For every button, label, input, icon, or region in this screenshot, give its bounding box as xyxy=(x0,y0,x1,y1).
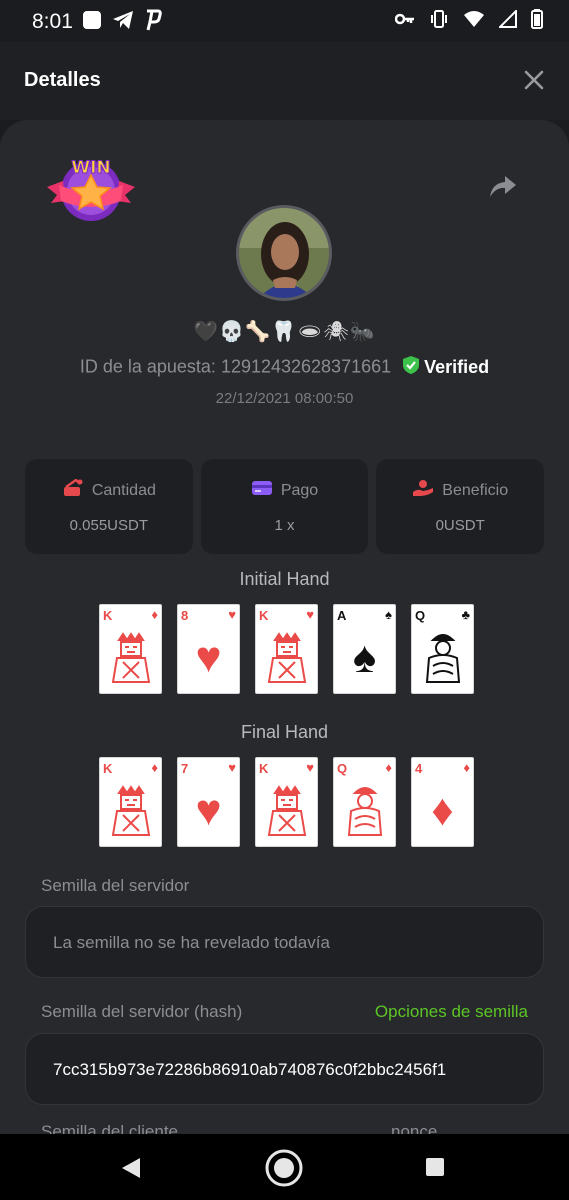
stat-card-profit: Beneficio 0USDT xyxy=(376,459,545,554)
final-hand-title: Final Hand xyxy=(240,722,329,742)
notification-square-icon xyxy=(82,10,102,35)
nonce-label: nonce xyxy=(391,1122,438,1134)
avatar xyxy=(236,205,332,301)
server-seed-label: Semilla del servidor xyxy=(41,876,190,895)
server-seed-hash-value: 7cc315b973e72286b86910ab740876c0f2bbc245… xyxy=(53,1060,447,1079)
stat-value: 0.055USDT xyxy=(69,517,149,534)
card-face: ♥ xyxy=(195,786,222,835)
card-suit-icon: ♠ xyxy=(385,607,392,622)
card-face xyxy=(256,778,317,844)
stat-card-payout: Pago 1 x xyxy=(200,459,369,554)
status-bar: 8:01 xyxy=(0,0,569,42)
vibrate-icon xyxy=(429,9,449,34)
card-suit-icon: ♣ xyxy=(461,607,470,622)
card-suit-icon: ♦ xyxy=(151,760,158,775)
card-rank: 8 xyxy=(181,608,189,623)
card-face xyxy=(412,625,473,691)
card-rank: Q xyxy=(415,608,426,623)
card-face xyxy=(100,778,161,844)
card-rank: A xyxy=(337,608,347,623)
verified-badge: Verified xyxy=(402,355,489,380)
username: 🖤💀🦴🦷🕳🕷🐜 xyxy=(193,321,376,343)
playing-card: K ♦ xyxy=(99,604,162,694)
stats-row: Cantidad 0.055USDT Pago 1 x Beneficio 0U… xyxy=(25,459,545,554)
status-left-icons xyxy=(82,9,162,36)
client-seed-label: Semilla del cliente xyxy=(41,1122,179,1134)
bet-id-row: ID de la apuesta: 12912432628371661 Veri… xyxy=(0,355,569,380)
bet-details-panel: WIN 🖤💀🦴🦷🕳🕷🐜 ID de la apuesta: 1291243262… xyxy=(0,120,569,1134)
card-suit-icon: ♦ xyxy=(151,607,158,622)
home-icon[interactable] xyxy=(264,1148,304,1193)
stat-label: Pago xyxy=(280,481,319,499)
stat-card-amount: Cantidad 0.055USDT xyxy=(25,459,193,554)
header: Detalles xyxy=(0,42,569,120)
p-app-icon xyxy=(144,9,162,36)
system-nav-bar xyxy=(0,1134,569,1200)
server-seed-hash-field[interactable]: 7cc315b973e72286b86910ab740876c0f2bbc245… xyxy=(25,1033,544,1105)
share-icon[interactable] xyxy=(488,174,518,200)
bet-id-label: ID de la apuesta: xyxy=(79,356,216,377)
recents-icon[interactable] xyxy=(425,1157,445,1182)
playing-card: 7 ♥ ♥ xyxy=(177,757,240,847)
stat-label: Beneficio xyxy=(442,481,509,499)
server-seed-hash-label: Semilla del servidor (hash) xyxy=(41,1002,243,1021)
battery-icon xyxy=(531,9,543,34)
card-face: ♥ xyxy=(195,633,222,682)
verified-label: Verified xyxy=(424,357,490,377)
stat-label: Cantidad xyxy=(91,481,156,499)
playing-card: K ♦ xyxy=(99,757,162,847)
win-text: WIN xyxy=(71,158,110,178)
card-face: ♠ xyxy=(352,633,377,682)
coins-icon xyxy=(62,478,84,502)
playing-card: K ♥ xyxy=(255,604,318,694)
wifi-icon xyxy=(463,10,485,33)
card-face: ♦ xyxy=(431,786,454,835)
card-rank: K xyxy=(259,608,269,623)
seed-options-link[interactable]: Opciones de semilla xyxy=(375,1002,528,1022)
status-time: 8:01 xyxy=(32,10,73,33)
stat-value: 1 x xyxy=(274,517,295,534)
stat-value: 0USDT xyxy=(435,517,485,534)
card-rank: K xyxy=(259,761,269,776)
playing-card: 4 ♦ ♦ xyxy=(411,757,474,847)
initial-hand-title: Initial Hand xyxy=(239,569,330,589)
signal-icon xyxy=(497,8,517,33)
card-suit-icon: ♥ xyxy=(228,607,236,622)
playing-card: 8 ♥ ♥ xyxy=(177,604,240,694)
card-suit-icon: ♥ xyxy=(306,607,314,622)
card-icon xyxy=(251,479,273,502)
playing-card: A ♠ ♠ xyxy=(333,604,396,694)
playing-card: Q ♣ xyxy=(411,604,474,694)
back-icon[interactable] xyxy=(120,1156,142,1185)
vpn-key-icon xyxy=(394,12,415,31)
win-badge: WIN xyxy=(45,153,137,227)
card-face xyxy=(256,625,317,691)
card-suit-icon: ♦ xyxy=(385,760,392,775)
card-rank: 7 xyxy=(181,761,189,776)
card-rank: K xyxy=(103,608,113,623)
card-rank: K xyxy=(103,761,113,776)
card-face xyxy=(100,625,161,691)
card-face xyxy=(334,778,395,844)
card-rank: Q xyxy=(337,761,348,776)
card-suit-icon: ♥ xyxy=(228,760,236,775)
hand-coin-icon xyxy=(412,479,434,502)
playing-card: Q ♦ xyxy=(333,757,396,847)
card-suit-icon: ♦ xyxy=(463,760,470,775)
close-icon[interactable] xyxy=(523,69,545,91)
initial-hand-cards: K ♦ 8 ♥ ♥ K ♥ A ♠ ♠ Q ♣ xyxy=(99,604,474,694)
playing-card: K ♥ xyxy=(255,757,318,847)
telegram-icon xyxy=(112,10,134,35)
page-title: Detalles xyxy=(24,69,101,91)
final-hand-cards: K ♦ 7 ♥ ♥ K ♥ Q ♦ 4 ♦ ♦ xyxy=(99,757,474,847)
card-rank: 4 xyxy=(415,761,423,776)
server-seed-field[interactable]: La semilla no se ha revelado todavía xyxy=(25,906,544,978)
card-suit-icon: ♥ xyxy=(306,760,314,775)
bet-date: 22/12/2021 08:00:50 xyxy=(215,390,354,407)
server-seed-value: La semilla no se ha revelado todavía xyxy=(53,933,330,952)
shield-check-icon xyxy=(402,355,420,380)
status-right-icons xyxy=(394,8,543,34)
bet-id-value: 12912432628371661 xyxy=(220,356,392,377)
